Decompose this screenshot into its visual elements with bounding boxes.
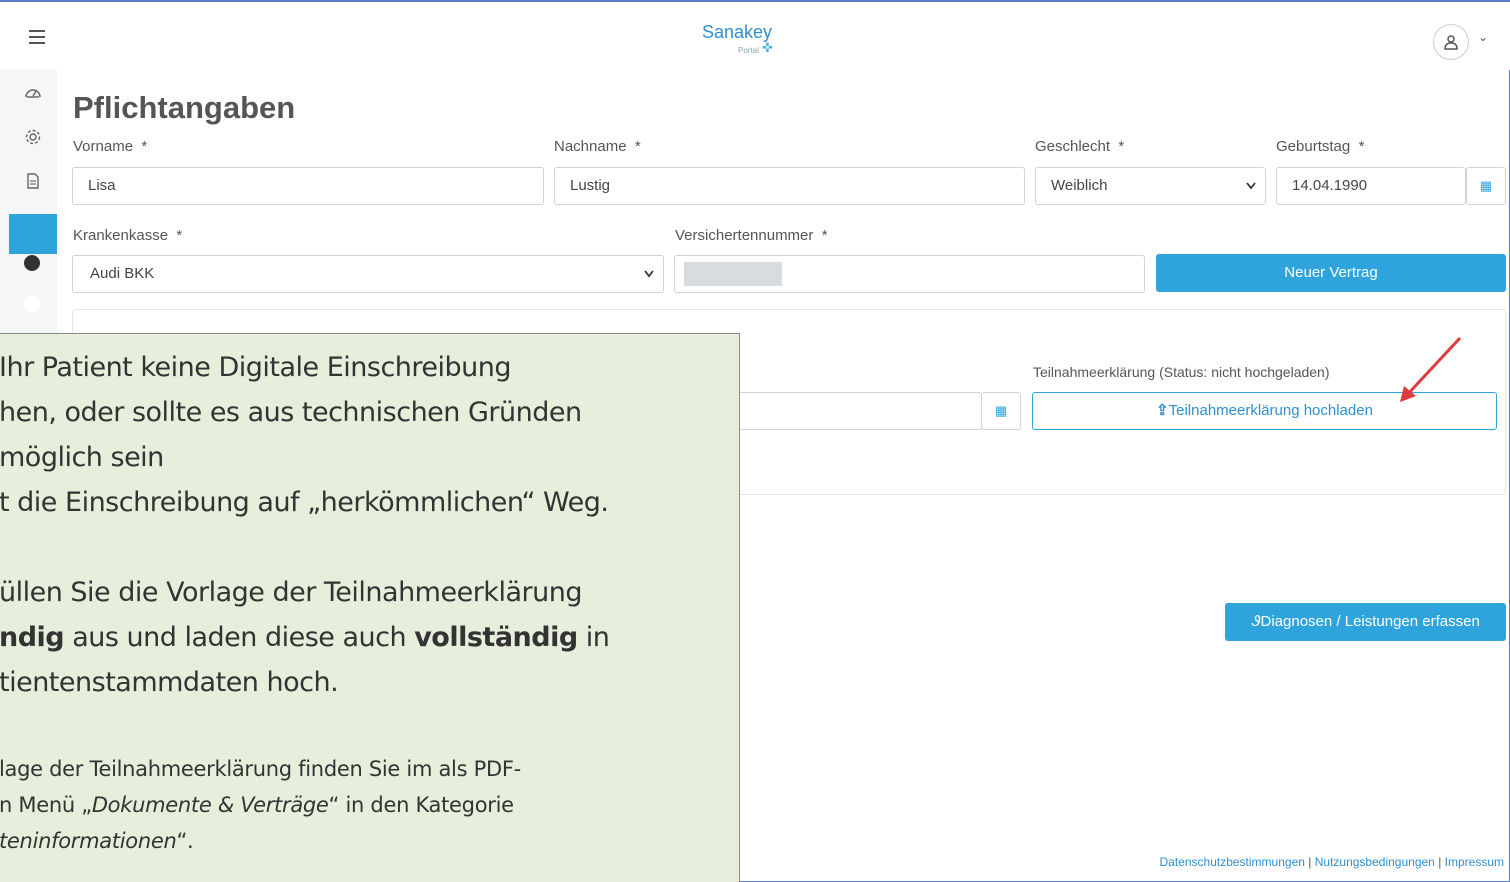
new-contract-button[interactable]: Neuer Vertrag [1156,254,1506,292]
chevron-down-icon [1245,168,1257,218]
vorname-field[interactable]: Lisa [72,167,544,205]
footer-link-impressum[interactable]: Impressum [1445,855,1504,869]
card-date-field[interactable] [720,392,982,430]
note-line: üllen Sie die Vorlage der Teilnahmeerklä… [0,577,582,608]
note-line: hen, oder sollte es aus technischen Grün… [0,397,582,428]
redacted-value [684,262,782,286]
note-line: Ihr Patient keine Digitale Einschreibung [0,352,512,383]
footer-separator: | [1308,855,1312,869]
nachname-label: Nachname * [554,138,641,155]
logo-subtitle: Portal [738,46,759,55]
upload-icon: ⇪ [1156,402,1169,419]
geschlecht-select[interactable]: Weiblich [1035,167,1266,205]
footer: Datenschutzbestimmungen | Nutzungsbeding… [740,855,1510,869]
geburtstag-field[interactable]: 14.04.1990 [1276,167,1466,205]
gear-icon[interactable] [24,128,42,146]
calendar-icon[interactable]: ▦ [981,392,1021,430]
footer-separator: | [1438,855,1442,869]
upload-status-label: Teilnahmeerklärung (Status: nicht hochge… [1033,364,1330,380]
vorname-label: Vorname * [73,138,148,155]
dashboard-icon[interactable] [24,84,42,102]
nachname-field[interactable]: Lustig [554,167,1025,205]
krankenkasse-select[interactable]: Audi BKK [72,255,664,293]
annotation-box: Ihr Patient keine Digitale Einschreibung… [0,333,740,882]
user-menu-button[interactable] [1433,24,1469,60]
footer-link-datenschutz[interactable]: Datenschutzbestimmungen [1160,855,1305,869]
dot-icon[interactable] [24,255,40,271]
page-title: Pflichtangaben [73,90,296,125]
footer-link-nutzung[interactable]: Nutzungsbedingungen [1315,855,1435,869]
note-line: ndig aus und laden diese auch vollständi… [0,622,610,653]
note-line: n Menü „Dokumente & Verträge“ in den Kat… [0,793,514,817]
sidebar-item-active[interactable] [9,214,57,254]
geschlecht-value: Weiblich [1051,177,1108,194]
chevron-down-icon [643,256,655,306]
calendar-icon[interactable]: ▦ [1466,167,1506,205]
note-line: lage der Teilnahmeerklärung finden Sie i… [0,757,521,781]
note-line: tientenstammdaten hoch. [0,667,339,698]
krankenkasse-value: Audi BKK [90,265,155,282]
krankenkasse-label: Krankenkasse * [73,227,183,244]
note-line: teninformationen“. [0,829,194,853]
note-line: t die Einschreibung auf „herkömmlichen“ … [0,487,609,518]
versichertennummer-label: Versichertennummer * [675,227,828,244]
document-icon[interactable] [24,172,42,190]
note-line: möglich sein [0,442,164,473]
dot-icon-active[interactable] [24,296,40,312]
stethoscope-icon: Ꮽ [1251,613,1261,630]
user-icon [1444,35,1458,50]
geschlecht-label: Geschlecht * [1035,138,1125,155]
geburtstag-label: Geburtstag * [1276,138,1365,155]
diagnose-button[interactable]: ᏭDiagnosen / Leistungen erfassen [1225,603,1506,641]
logo-cross-icon: ✜ [762,40,773,55]
annotation-arrow-icon [1400,336,1462,402]
top-bar: Sanakey Portal ✜ ⌄ [0,0,1510,70]
hamburger-icon[interactable] [29,30,45,44]
chevron-down-icon[interactable]: ⌄ [1478,30,1488,44]
